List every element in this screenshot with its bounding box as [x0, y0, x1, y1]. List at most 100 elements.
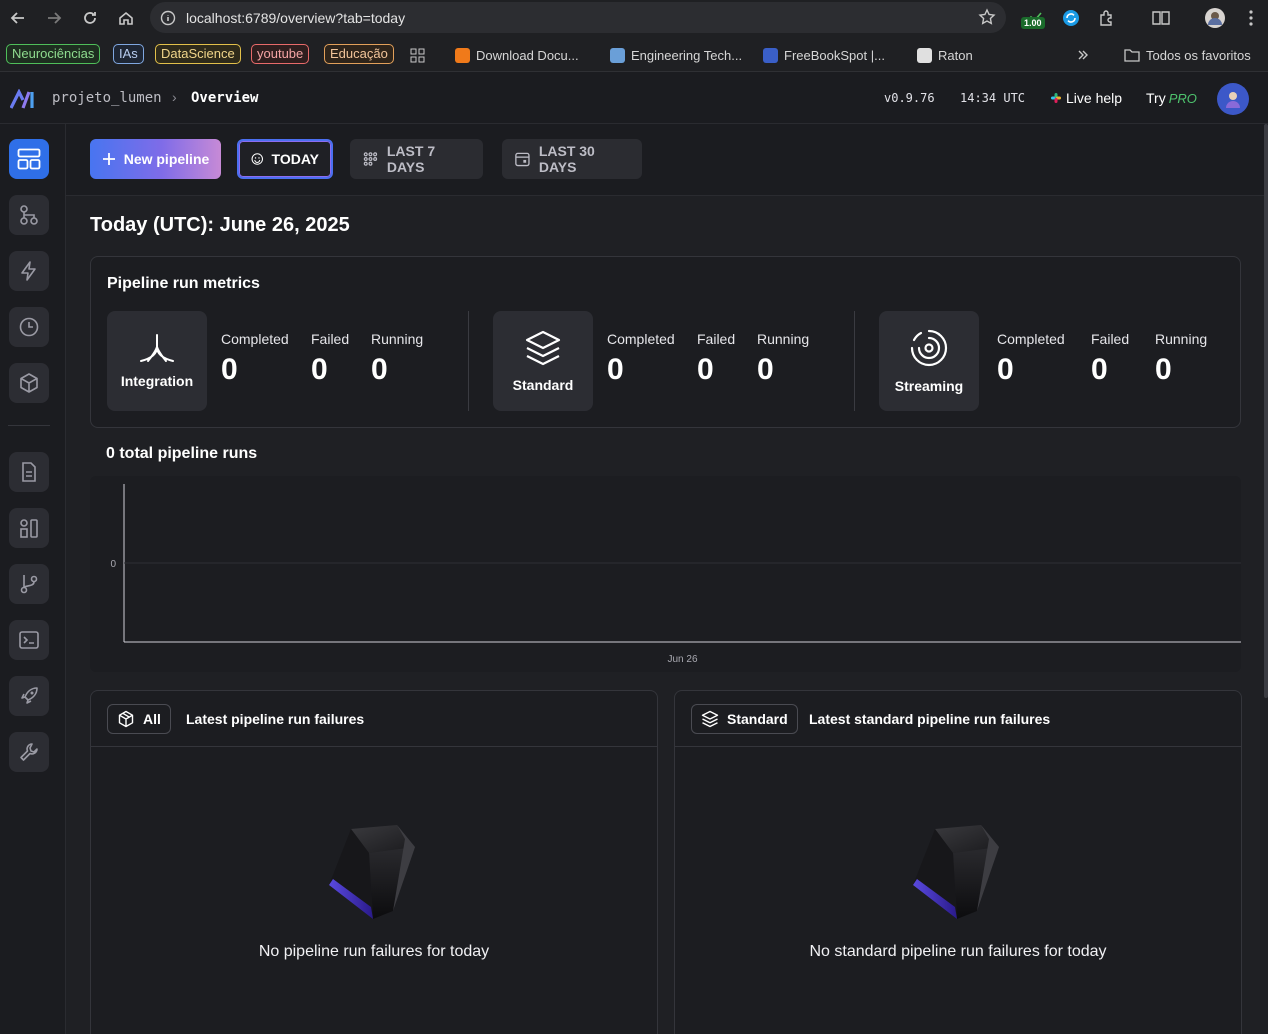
- y-tick-label: 0: [110, 559, 116, 570]
- profile-avatar-icon[interactable]: [1201, 4, 1229, 32]
- live-help-link[interactable]: Live help: [1050, 90, 1122, 106]
- stat-value: 0: [371, 353, 388, 386]
- sidebar-item-version-control[interactable]: [9, 564, 49, 604]
- back-icon[interactable]: [0, 0, 36, 36]
- browser-menu-icon[interactable]: [1237, 4, 1265, 32]
- tab-last-30-days[interactable]: LAST 30 DAYS: [502, 139, 642, 179]
- try-label: Try: [1146, 90, 1166, 106]
- bookmark-folder-educacao[interactable]: Educação: [324, 44, 394, 64]
- home-icon[interactable]: [108, 0, 144, 36]
- metrics-group-standard: Standard Completed 0 Failed 0 Running 0: [493, 311, 833, 411]
- smiley-icon: [251, 153, 264, 165]
- stat-failed: Failed 0: [311, 331, 349, 387]
- stat-value: 0: [607, 353, 624, 386]
- stat-label: Completed: [221, 331, 289, 347]
- tab-today[interactable]: TODAY: [237, 139, 333, 179]
- bookmark-engineering-tech[interactable]: Engineering Tech...: [610, 45, 742, 65]
- group-name: Standard: [512, 377, 574, 393]
- stat-label: Failed: [1091, 331, 1130, 347]
- stat-failed: Failed 0: [697, 331, 735, 387]
- failures-title: Latest pipeline run failures: [186, 711, 365, 727]
- stat-value: 0: [757, 353, 774, 386]
- bookmark-folder-ias[interactable]: IAs: [113, 44, 144, 64]
- slack-icon: [1051, 93, 1061, 103]
- extension-sync-icon[interactable]: [1057, 4, 1085, 32]
- extension-badge: 1.00: [1021, 17, 1045, 29]
- bookmark-folder-neurociencias[interactable]: Neurociências: [6, 44, 101, 64]
- chip-label: All: [143, 711, 161, 727]
- breadcrumb-project[interactable]: projeto_lumen: [52, 90, 162, 106]
- try-pro-link[interactable]: Try PRO: [1146, 90, 1197, 106]
- sidebar-item-terminal[interactable]: [9, 620, 49, 660]
- layers-icon: [525, 330, 561, 366]
- sidebar-item-files[interactable]: [9, 452, 49, 492]
- wrench-icon: [20, 743, 38, 761]
- bookmark-star-icon[interactable]: [978, 8, 996, 26]
- url-text[interactable]: localhost:6789/overview?tab=today: [186, 10, 405, 26]
- latest-failures-card: All Latest pipeline run failures No pipe…: [90, 690, 658, 1034]
- document-icon: [22, 462, 36, 482]
- tab-last-7-days[interactable]: LAST 7 DAYS: [350, 139, 483, 179]
- sidebar-item-overview[interactable]: [9, 139, 49, 179]
- streaming-tile: Streaming: [879, 311, 979, 411]
- mage-logo-icon[interactable]: [10, 89, 36, 109]
- new-pipeline-button[interactable]: New pipeline: [90, 139, 221, 179]
- integration-icon: [140, 334, 174, 362]
- sidebar-item-pipelines[interactable]: [9, 195, 49, 235]
- filter-all-chip[interactable]: All: [107, 704, 171, 734]
- bookmark-raton[interactable]: Raton: [917, 45, 973, 65]
- layers-icon: [701, 710, 719, 728]
- plus-icon: [102, 153, 115, 165]
- pipeline-tree-icon: [20, 205, 38, 225]
- bookmarks-bar: Neurociências IAs DataScience youtube Ed…: [0, 36, 1268, 72]
- page-date-title: Today (UTC): June 26, 2025: [90, 214, 350, 236]
- bookmark-folder-datascience[interactable]: DataScience: [155, 44, 241, 64]
- apps-grid-icon[interactable]: [410, 45, 425, 65]
- stat-completed: Completed 0: [221, 331, 289, 387]
- page-title-crumb: Overview: [191, 90, 259, 106]
- reload-icon[interactable]: [72, 0, 108, 36]
- address-bar[interactable]: localhost:6789/overview?tab=today: [150, 2, 1006, 33]
- metrics-divider: [468, 311, 469, 411]
- stat-completed: Completed 0: [997, 331, 1065, 387]
- sidebar-item-deploy[interactable]: [9, 676, 49, 716]
- sidebar-item-blocks[interactable]: [9, 363, 49, 403]
- stat-value: 0: [1091, 353, 1108, 386]
- filter-standard-chip[interactable]: Standard: [691, 704, 798, 734]
- reading-list-icon[interactable]: [1147, 4, 1175, 32]
- stat-label: Running: [757, 331, 810, 347]
- failures-card-header: All Latest pipeline run failures: [91, 691, 657, 747]
- bookmark-download-docu[interactable]: Download Docu...: [455, 45, 579, 65]
- folder-icon: [1124, 49, 1140, 62]
- sidebar-divider: [8, 425, 50, 426]
- user-avatar[interactable]: [1217, 83, 1249, 115]
- rocket-icon: [21, 687, 38, 704]
- extensions-puzzle-icon[interactable]: [1093, 4, 1121, 32]
- raton-icon: [917, 47, 932, 63]
- tab-label: TODAY: [271, 151, 319, 167]
- bookmark-label: FreeBookSpot |...: [784, 47, 885, 63]
- engineering-icon: [610, 47, 625, 63]
- cube-icon: [20, 373, 38, 393]
- bookmark-freebookspot[interactable]: FreeBookSpot |...: [763, 45, 885, 65]
- all-bookmarks-folder[interactable]: Todos os favoritos: [1124, 45, 1251, 65]
- metrics-title: Pipeline run metrics: [107, 275, 260, 292]
- git-branch-icon: [20, 575, 38, 594]
- page-scrollbar[interactable]: [1264, 124, 1268, 698]
- stat-label: Completed: [997, 331, 1065, 347]
- browser-toolbar: localhost:6789/overview?tab=today 1.00: [0, 0, 1268, 36]
- bookmark-folder-youtube[interactable]: youtube: [251, 44, 310, 64]
- pro-label: PRO: [1168, 91, 1197, 106]
- stat-label: Running: [371, 331, 424, 347]
- forward-icon[interactable]: [36, 0, 72, 36]
- sidebar-item-settings[interactable]: [9, 732, 49, 772]
- sidebar-item-runs[interactable]: [9, 307, 49, 347]
- book-icon: [763, 47, 778, 63]
- more-bookmarks-icon[interactable]: [1077, 45, 1089, 65]
- sidebar-item-templates[interactable]: [9, 508, 49, 548]
- app-header: projeto_lumen › Overview v0.9.76 14:34 U…: [0, 72, 1268, 124]
- main-content: Today (UTC): June 26, 2025 Pipeline run …: [66, 196, 1268, 1034]
- pipeline-runs-chart: 0 Jun 26: [90, 476, 1241, 672]
- site-info-icon[interactable]: [160, 10, 176, 26]
- sidebar-item-triggers[interactable]: [9, 251, 49, 291]
